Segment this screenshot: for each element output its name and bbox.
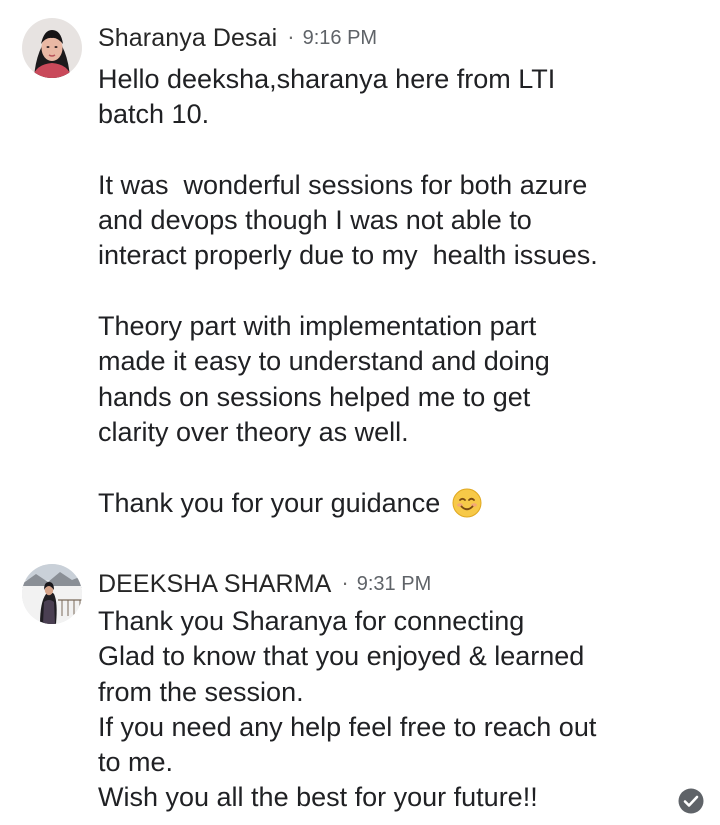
message-line: Wish you all the best for your future!!	[98, 782, 538, 813]
message-line: Hello deeksha,sharanya here from LTI	[98, 64, 556, 94]
message-line: made it easy to understand and doing	[98, 346, 550, 377]
separator-dot: ·	[287, 24, 295, 49]
message-header: DEEKSHA SHARMA · 9:31 PM	[98, 566, 431, 602]
sender-name[interactable]: Sharanya Desai	[98, 24, 277, 53]
message-line: Glad to know that you enjoyed & learned	[98, 641, 585, 672]
message-line-text: Thank you for your guidance	[98, 487, 448, 518]
profile-photo-icon	[22, 564, 82, 624]
message-line: batch 10.	[98, 99, 210, 130]
smiling-face-emoji-icon	[452, 488, 482, 518]
message-line: It was wonderful sessions for both azure	[98, 169, 588, 200]
message-line: If you need any help feel free to reach …	[98, 711, 597, 742]
message-line: and devops though I was not able to	[98, 205, 532, 236]
message-line: Thank you Sharanya for connecting	[98, 606, 525, 636]
message-thread: Sharanya Desai · 9:16 PM Hello deeksha,s…	[0, 0, 720, 825]
message-line: clarity over theory as well.	[98, 416, 409, 447]
message-line-last: Thank you for your guidance	[98, 486, 698, 521]
timestamp: 9:16 PM	[302, 26, 378, 49]
seen-check-icon	[678, 788, 704, 814]
message-line: Theory part with implementation part	[98, 311, 537, 342]
timestamp: 9:31 PM	[356, 572, 432, 595]
separator-dot: ·	[341, 570, 349, 595]
avatar[interactable]	[22, 18, 82, 78]
avatar[interactable]	[22, 564, 82, 624]
message-body: Hello deeksha,sharanya here from LTI bat…	[98, 62, 698, 521]
sender-name[interactable]: DEEKSHA SHARMA	[98, 570, 331, 599]
message-line	[98, 133, 698, 168]
message-line	[98, 450, 698, 485]
message-line	[98, 274, 698, 309]
message-header: Sharanya Desai · 9:16 PM	[98, 20, 377, 56]
message-line: interact properly due to my health issue…	[98, 240, 598, 271]
message-line: from the session.	[98, 676, 304, 707]
message-line: hands on sessions helped me to get	[98, 381, 531, 412]
message-body: Thank you Sharanya for connecting Glad t…	[98, 604, 698, 816]
profile-photo-icon	[22, 18, 82, 78]
message-line: to me.	[98, 747, 174, 778]
